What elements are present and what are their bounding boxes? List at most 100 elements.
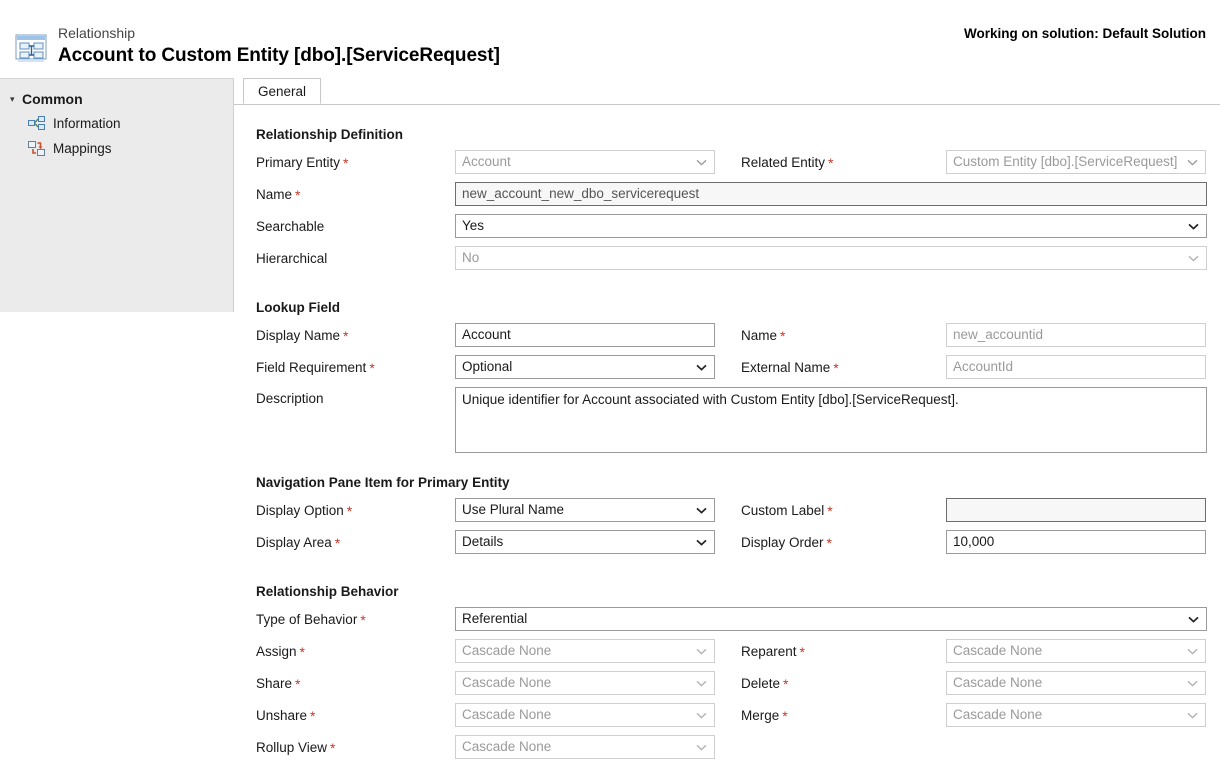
section-lookup-field: Lookup Field Display Name * Account Name *… bbox=[256, 300, 1220, 453]
sidebar-group-common[interactable]: ▾ Common bbox=[0, 87, 233, 111]
relationship-name-label: Name * bbox=[256, 187, 301, 203]
section-title: Lookup Field bbox=[256, 300, 340, 315]
page-header: Relationship Account to Custom Entity [d… bbox=[0, 0, 1220, 78]
field-requirement-dropdown[interactable]: Optional bbox=[455, 355, 715, 379]
triangle-collapse-icon: ▾ bbox=[10, 93, 15, 104]
custom-label-label: Custom Label * bbox=[741, 503, 833, 519]
form-row: Share * Cascade None Delete * Cascade None bbox=[256, 671, 1220, 703]
share-value: Cascade None bbox=[462, 675, 552, 690]
chevron-down-icon bbox=[1186, 255, 1200, 262]
required-asterisk: * bbox=[299, 644, 305, 660]
form-row: Name * new_account_new_dbo_servicerequest bbox=[256, 182, 1220, 214]
sidebar-item-information[interactable]: Information bbox=[0, 111, 233, 136]
lookup-name-value: new_accountid bbox=[953, 327, 1044, 342]
display-area-value: Details bbox=[462, 534, 504, 549]
section-relationship-behavior: Relationship Behavior Type of Behavior * … bbox=[256, 584, 1220, 767]
display-area-dropdown[interactable]: Details bbox=[455, 530, 715, 554]
sidebar-nav: ▾ Common Information Mappings bbox=[0, 78, 234, 312]
unshare-dropdown[interactable]: Cascade None bbox=[455, 703, 715, 727]
display-area-label: Display Area * bbox=[256, 535, 341, 551]
information-relationship-icon bbox=[28, 116, 45, 131]
form-row: Display Name * Account Name * new_accounti… bbox=[256, 323, 1220, 355]
mappings-icon bbox=[28, 141, 45, 156]
chevron-down-icon bbox=[1185, 648, 1199, 655]
assign-dropdown[interactable]: Cascade None bbox=[455, 639, 715, 663]
rollup-view-dropdown[interactable]: Cascade None bbox=[455, 735, 715, 759]
tab-strip: General bbox=[234, 78, 1220, 105]
external-name-value: AccountId bbox=[953, 359, 1014, 374]
required-asterisk: * bbox=[782, 708, 788, 724]
reparent-label: Reparent * bbox=[741, 644, 805, 660]
display-name-input[interactable]: Account bbox=[455, 323, 715, 347]
required-asterisk: * bbox=[827, 503, 833, 519]
chevron-down-icon bbox=[694, 159, 708, 166]
display-order-input[interactable]: 10,000 bbox=[946, 530, 1206, 554]
form-row: Type of Behavior * Referential bbox=[256, 607, 1220, 639]
custom-label-input[interactable] bbox=[946, 498, 1206, 522]
required-asterisk: * bbox=[334, 535, 341, 551]
form-row: Unshare * Cascade None Merge * Cascade Non… bbox=[256, 703, 1220, 735]
lookup-name-input[interactable]: new_accountid bbox=[946, 323, 1206, 347]
section-navigation-pane: Navigation Pane Item for Primary Entity … bbox=[256, 475, 1220, 562]
hierarchical-label: Hierarchical bbox=[256, 250, 328, 266]
main-content: General Relationship Definition Primary … bbox=[234, 78, 1220, 759]
form-row: Field Requirement * Optional External Nam… bbox=[256, 355, 1220, 387]
rollup-view-value: Cascade None bbox=[462, 739, 552, 754]
form-row: Hierarchical No bbox=[256, 246, 1220, 278]
hierarchical-dropdown[interactable]: No bbox=[455, 246, 1207, 270]
required-asterisk: * bbox=[369, 360, 375, 376]
required-asterisk: * bbox=[310, 708, 316, 724]
type-of-behavior-value: Referential bbox=[462, 611, 528, 626]
lookup-name-label: Name * bbox=[741, 328, 786, 344]
reparent-dropdown[interactable]: Cascade None bbox=[946, 639, 1206, 663]
page-title: Account to Custom Entity [dbo].[ServiceR… bbox=[58, 45, 500, 66]
assign-label: Assign * bbox=[256, 644, 305, 660]
header-kicker: Relationship bbox=[58, 25, 136, 41]
required-asterisk: * bbox=[833, 360, 839, 376]
required-asterisk: * bbox=[295, 676, 301, 692]
section-title: Relationship Behavior bbox=[256, 584, 399, 599]
sidebar-column: ▾ Common Information Mappings bbox=[0, 78, 234, 758]
chevron-down-icon bbox=[1186, 616, 1200, 623]
share-dropdown[interactable]: Cascade None bbox=[455, 671, 715, 695]
display-order-value: 10,000 bbox=[953, 534, 995, 549]
searchable-dropdown[interactable]: Yes bbox=[455, 214, 1207, 238]
chevron-down-icon bbox=[1186, 223, 1200, 230]
required-asterisk: * bbox=[346, 503, 353, 519]
delete-value: Cascade None bbox=[953, 675, 1043, 690]
chevron-down-icon bbox=[694, 712, 708, 719]
required-asterisk: * bbox=[780, 328, 786, 344]
sidebar-group-label: Common bbox=[22, 91, 83, 107]
relationship-name-input[interactable]: new_account_new_dbo_servicerequest bbox=[455, 182, 1207, 206]
page-body: ▾ Common Information Mappings General Re… bbox=[0, 78, 1220, 759]
merge-dropdown[interactable]: Cascade None bbox=[946, 703, 1206, 727]
sidebar-filler bbox=[0, 312, 234, 758]
related-entity-value: Custom Entity [dbo].[ServiceRequest] bbox=[953, 154, 1178, 169]
chevron-down-icon bbox=[694, 744, 708, 751]
required-asterisk: * bbox=[828, 155, 834, 171]
chevron-down-icon bbox=[694, 507, 708, 514]
external-name-input[interactable]: AccountId bbox=[946, 355, 1206, 379]
primary-entity-label: Primary Entity * bbox=[256, 155, 349, 171]
chevron-down-icon bbox=[694, 648, 708, 655]
form-row: Rollup View * Cascade None bbox=[256, 735, 1220, 767]
type-of-behavior-dropdown[interactable]: Referential bbox=[455, 607, 1207, 631]
required-asterisk: * bbox=[343, 155, 349, 171]
rollup-view-label: Rollup View * bbox=[256, 740, 336, 756]
tab-general[interactable]: General bbox=[243, 78, 322, 104]
relationship-icon bbox=[14, 33, 50, 65]
chevron-down-icon bbox=[694, 680, 708, 687]
searchable-label: Searchable bbox=[256, 218, 325, 234]
required-asterisk: * bbox=[330, 740, 336, 756]
sidebar-item-mappings[interactable]: Mappings bbox=[0, 136, 233, 161]
related-entity-dropdown[interactable]: Custom Entity [dbo].[ServiceRequest] bbox=[946, 150, 1206, 174]
chevron-down-icon bbox=[1185, 159, 1199, 166]
delete-dropdown[interactable]: Cascade None bbox=[946, 671, 1206, 695]
display-option-dropdown[interactable]: Use Plural Name bbox=[455, 498, 715, 522]
header-titles: Relationship Account to Custom Entity [d… bbox=[58, 24, 500, 68]
description-textarea[interactable] bbox=[455, 387, 1207, 453]
chevron-down-icon bbox=[1185, 712, 1199, 719]
primary-entity-dropdown[interactable]: Account bbox=[455, 150, 715, 174]
description-label: Description bbox=[256, 391, 324, 406]
form-row: Display Area * Details Display Order * 10,… bbox=[256, 530, 1220, 562]
